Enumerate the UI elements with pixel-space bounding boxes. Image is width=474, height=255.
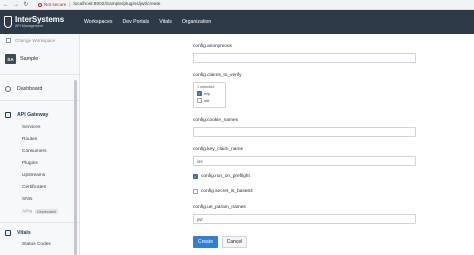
dashboard-icon <box>5 86 11 92</box>
url-text[interactable]: localhost:8002/Sample/plugins/jwt/create <box>74 2 161 7</box>
sidebar-item-label: Vitals <box>17 230 31 236</box>
sidebar-item-label: APIs <box>22 209 33 215</box>
selected-count: 1 selected <box>197 84 215 89</box>
claims-to-verify-label: config.claims_to_verify <box>193 73 242 78</box>
nav-item-workspaces[interactable]: Workspaces <box>84 19 112 25</box>
sidebar-section-api-gateway[interactable]: API Gateway <box>5 112 48 118</box>
run-on-preflight-label: config.run_on_preflight <box>201 174 250 179</box>
sidebar-item-apis[interactable]: APIs Deprecated <box>22 209 58 215</box>
top-navigation: InterSystems API Management Workspaces D… <box>0 10 474 34</box>
uri-param-names-label: config.uri_param_names <box>193 205 246 210</box>
brand-logo[interactable]: InterSystems API Management <box>0 10 74 34</box>
checkbox-unchecked-icon[interactable] <box>193 189 198 194</box>
url-separator: | <box>69 1 71 8</box>
sidebar-section-vitals[interactable]: Vitals <box>5 230 31 236</box>
sidebar-divider <box>0 74 79 75</box>
claim-option-label: nbf <box>204 98 210 103</box>
warning-icon <box>38 2 42 7</box>
secret-is-base64-label: config.secret_is_base64 <box>201 189 253 194</box>
cookie-names-label: config.cookie_names <box>193 118 239 123</box>
sidebar: Change Workspace SA Sample Dashboard API… <box>0 34 80 255</box>
api-gateway-icon <box>5 112 11 118</box>
vitals-icon <box>5 230 11 236</box>
brand-name: InterSystems <box>15 15 65 24</box>
sidebar-item-label: API Gateway <box>17 112 49 118</box>
sidebar-divider <box>0 100 79 101</box>
reload-icon[interactable]: ↻ <box>22 1 30 9</box>
cookie-names-input[interactable] <box>193 127 416 137</box>
sidebar-item-routes[interactable]: Routes <box>22 137 37 142</box>
claim-option-exp[interactable]: ✓ exp <box>197 91 210 96</box>
back-arrow-icon[interactable]: ← <box>2 1 10 9</box>
claim-option-label: exp <box>204 91 211 96</box>
security-indicator[interactable]: Not secure <box>38 2 66 7</box>
cancel-button[interactable]: Cancel <box>222 236 247 248</box>
workspace-name: Sample <box>20 56 39 62</box>
sidebar-item-status-codes[interactable]: Status Codes <box>22 242 51 247</box>
nav-item-vitals[interactable]: Vitals <box>159 19 172 25</box>
nav-item-dev-portals[interactable]: Dev Portals <box>122 19 149 25</box>
checkbox-checked-icon[interactable]: ✓ <box>193 174 198 179</box>
sidebar-item-label: Dashboard <box>17 86 43 92</box>
sidebar-item-certificates[interactable]: Certificates <box>22 185 46 190</box>
brand-logo-icon <box>4 16 12 28</box>
uri-param-names-input[interactable]: jwt <box>193 214 416 224</box>
sidebar-item-dashboard[interactable]: Dashboard <box>5 86 42 92</box>
sidebar-item-consumers[interactable]: Consumers <box>22 149 47 154</box>
sidebar-item-snis[interactable]: SNIs <box>22 197 32 202</box>
sidebar-item-upstreams[interactable]: Upstreams <box>22 173 45 178</box>
create-button[interactable]: Create <box>193 236 218 248</box>
checkbox-unchecked-icon[interactable] <box>197 98 202 103</box>
claim-option-nbf[interactable]: nbf <box>197 98 209 103</box>
sidebar-item-services[interactable]: Services <box>22 125 40 130</box>
brand-text: InterSystems API Management <box>15 15 65 29</box>
change-workspace-label: Change Workspace <box>15 37 56 43</box>
anonymous-label: config.anonymous <box>193 44 232 49</box>
grid-icon <box>6 37 11 43</box>
workspace-selector[interactable]: SA Sample <box>0 50 79 68</box>
key-claim-name-label: config.key_claim_name <box>193 147 244 152</box>
sidebar-scrollbar[interactable] <box>74 80 77 255</box>
sidebar-divider <box>0 222 79 223</box>
checkbox-checked-icon[interactable]: ✓ <box>197 91 202 96</box>
key-claim-name-input[interactable]: iss <box>193 156 416 166</box>
secret-is-base64-row[interactable]: config.secret_is_base64 <box>193 189 253 194</box>
claims-to-verify-select[interactable]: 1 selected ✓ exp nbf <box>193 82 226 108</box>
change-workspace-link[interactable]: Change Workspace <box>6 36 55 44</box>
run-on-preflight-row[interactable]: ✓ config.run_on_preflight <box>193 174 250 179</box>
anonymous-input[interactable] <box>193 53 416 63</box>
security-label: Not secure <box>44 2 67 7</box>
sidebar-item-plugins[interactable]: Plugins <box>22 161 38 166</box>
workspace-avatar: SA <box>5 54 16 64</box>
nav-item-organization[interactable]: Organization <box>182 19 211 25</box>
browser-address-bar: ← → ↻ Not secure | localhost:8002/Sample… <box>0 0 474 10</box>
deprecated-badge: Deprecated <box>35 209 58 214</box>
forward-arrow-icon[interactable]: → <box>12 1 20 9</box>
brand-subtitle: API Management <box>15 24 43 28</box>
